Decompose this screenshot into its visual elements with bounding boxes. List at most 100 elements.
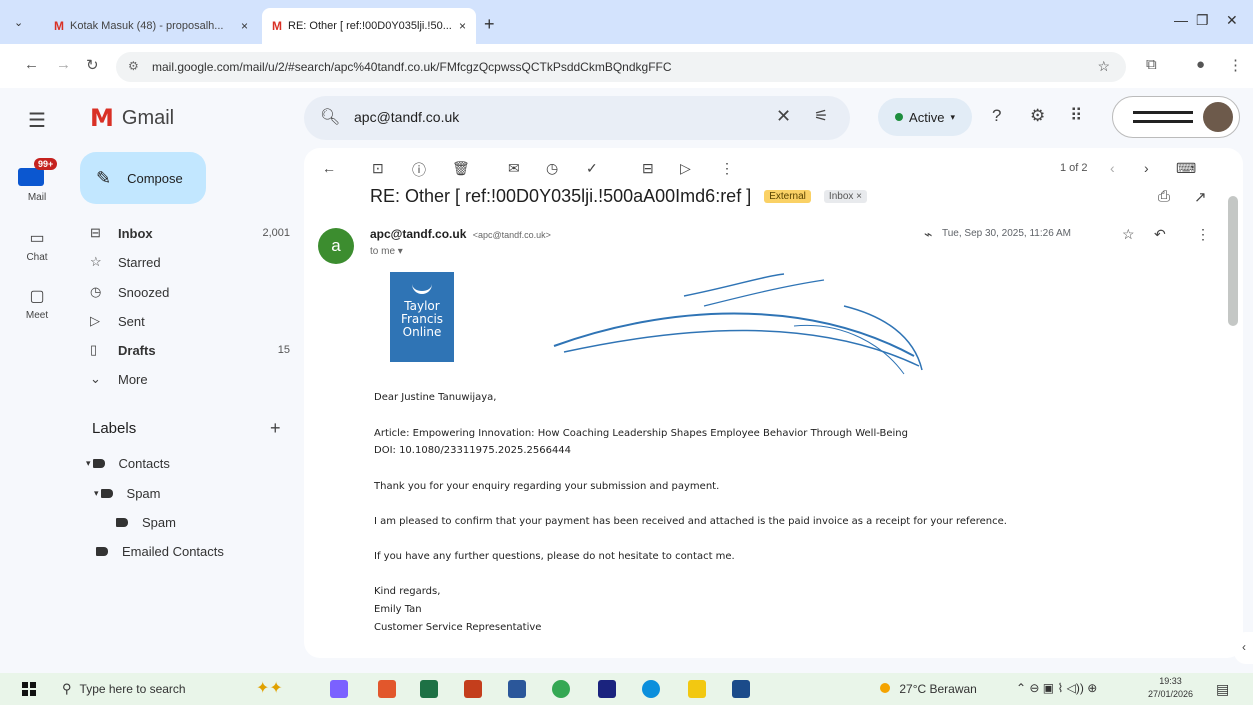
recipient-details[interactable]: to me ▾ — [370, 246, 403, 257]
more-options-icon[interactable]: ⋮ — [720, 160, 734, 177]
newer-chevron-icon[interactable]: ‹ — [1110, 160, 1115, 176]
apps-grid-icon[interactable]: ⠿ — [1070, 106, 1082, 126]
nav-label: Snoozed — [118, 284, 170, 300]
side-panel-chevron-icon[interactable]: ‹ — [1234, 632, 1253, 664]
restore-icon[interactable]: ❐ — [1196, 12, 1209, 29]
taskbar-clock[interactable]: 19:33 27/01/2026 — [1148, 675, 1193, 701]
sidebar-item-snoozed[interactable]: ◷ Snoozed — [90, 280, 290, 304]
close-tab-icon[interactable]: × — [459, 19, 466, 33]
account-switcher[interactable] — [1112, 96, 1240, 138]
tab-search-icon[interactable]: ⌄ — [14, 16, 23, 29]
extensions-icon[interactable]: ⧉ — [1146, 56, 1157, 73]
search-icon[interactable]: 🔍︎ — [320, 107, 340, 127]
delete-icon[interactable]: 🗑︎ — [452, 160, 470, 177]
reload-icon[interactable]: ↻ — [86, 56, 99, 74]
gmail-logo[interactable]: M Gmail — [90, 104, 174, 132]
search-input[interactable]: apc@tandf.co.uk — [354, 109, 459, 125]
app-icon-acrobat[interactable] — [378, 680, 396, 698]
omnibox[interactable]: ⚙ mail.google.com/mail/u/2/#search/apc%4… — [116, 52, 1126, 82]
new-tab-button[interactable]: + — [484, 14, 495, 35]
sidebar-item-drafts[interactable]: ▯ Drafts 15 — [90, 338, 290, 362]
move-to-icon[interactable]: ⊟ — [642, 160, 654, 177]
app-icon-file-explorer[interactable] — [688, 680, 706, 698]
app-icon-edge[interactable] — [642, 680, 660, 698]
app-icon-powerpoint[interactable] — [464, 680, 482, 698]
label-spam-child[interactable]: Spam — [116, 515, 176, 530]
app-icon-zoom[interactable] — [732, 680, 750, 698]
gmail-favicon-icon: M — [272, 19, 282, 33]
rail-mail[interactable]: Mail — [14, 192, 60, 203]
back-icon[interactable]: ← — [24, 56, 39, 73]
compose-button[interactable]: ✎ Compose — [80, 152, 206, 204]
notifications-icon[interactable]: ▤ — [1216, 681, 1229, 698]
app-icon-word[interactable] — [508, 680, 526, 698]
profile-icon[interactable]: ● — [1196, 56, 1205, 73]
taskbar-search[interactable]: ⚲ Type here to search — [54, 677, 244, 701]
label-contacts[interactable]: ▾ Contacts — [86, 456, 170, 471]
sender-name[interactable]: apc@tandf.co.uk — [370, 227, 466, 241]
close-tab-icon[interactable]: × — [241, 19, 248, 33]
snooze-icon[interactable]: ◷ — [546, 160, 558, 177]
back-to-list-icon[interactable]: ← — [322, 160, 336, 176]
weather-widget[interactable]: 27°C Berawan — [880, 682, 977, 696]
sender-avatar[interactable]: a — [318, 228, 354, 264]
close-window-icon[interactable]: ✕ — [1226, 12, 1238, 29]
rail-chat[interactable]: ▭ Chat — [14, 228, 60, 263]
app-icon-excel[interactable] — [420, 680, 438, 698]
browser-tab-strip: ⌄ M Kotak Masuk (48) - proposalh... × M … — [0, 0, 1253, 44]
body-signature-title: Customer Service Representative — [374, 622, 542, 633]
search-options-icon[interactable]: ⚟ — [814, 106, 828, 126]
clear-search-icon[interactable]: ✕ — [776, 106, 791, 127]
sidebar-item-sent[interactable]: ▷ Sent — [90, 309, 290, 333]
message-more-icon[interactable]: ⋮ — [1196, 226, 1210, 243]
sidebar-item-inbox[interactable]: ⊟ Inbox 2,001 — [90, 221, 290, 245]
rail-meet[interactable]: ▢ Meet — [14, 286, 60, 321]
open-new-window-icon[interactable]: ↗ — [1194, 188, 1207, 206]
browser-menu-icon[interactable]: ⋮ — [1228, 56, 1243, 74]
chat-icon: ▭ — [29, 230, 45, 247]
mark-unread-icon[interactable]: ✉ — [508, 160, 520, 177]
older-chevron-icon[interactable]: › — [1144, 160, 1149, 176]
avatar[interactable] — [1203, 102, 1233, 132]
app-icon-color-picker[interactable] — [330, 680, 348, 698]
rail-mail-label: Mail — [27, 192, 47, 203]
main-menu-icon[interactable]: ☰ — [28, 108, 46, 133]
sidebar-item-more[interactable]: ⌄ More — [90, 367, 290, 391]
address-bar-row: ← → ↻ ⚙ mail.google.com/mail/u/2/#search… — [0, 44, 1253, 88]
copilot-sparkle-icon[interactable]: ✦✦ — [256, 678, 283, 698]
label-spam-parent[interactable]: ▾ Spam — [94, 486, 161, 501]
browser-tab-message[interactable]: M RE: Other [ ref:!00D0Y035lji.!50... × — [262, 8, 476, 44]
settings-gear-icon[interactable]: ⚙ — [1030, 106, 1045, 126]
scrollbar[interactable] — [1228, 196, 1238, 326]
add-task-icon[interactable]: ✓ — [586, 160, 598, 177]
archive-icon[interactable]: ⊡ — [372, 160, 384, 177]
help-icon[interactable]: ? — [992, 106, 1001, 126]
inbox-label-chip[interactable]: Inbox × — [823, 190, 868, 203]
add-label-icon[interactable]: + — [270, 418, 281, 439]
star-message-icon[interactable]: ☆ — [1122, 226, 1135, 243]
forward-icon[interactable]: → — [56, 56, 71, 73]
nav-count: 15 — [277, 344, 290, 356]
label-icon[interactable]: ▷ — [680, 160, 691, 177]
print-icon[interactable]: ⎙ — [1158, 188, 1170, 205]
mail-rail-icon[interactable] — [18, 168, 44, 186]
tab-title: Kotak Masuk (48) - proposalh... — [70, 20, 224, 32]
label-emailed-contacts[interactable]: Emailed Contacts — [96, 544, 224, 559]
site-info-icon[interactable]: ⚙ — [128, 59, 139, 73]
sidebar-item-starred[interactable]: ☆ Starred — [90, 250, 290, 274]
expand-caret-icon[interactable]: ▾ — [86, 458, 91, 469]
search-bar[interactable]: 🔍︎ apc@tandf.co.uk ✕ ⚟ — [304, 96, 850, 140]
app-icon-chrome[interactable] — [552, 680, 570, 698]
nav-label: Starred — [118, 254, 161, 270]
expand-caret-icon[interactable]: ▾ — [94, 488, 99, 499]
bookmark-star-icon[interactable]: ☆ — [1097, 58, 1110, 75]
reply-icon[interactable]: ↶ — [1154, 226, 1166, 243]
status-selector[interactable]: Active ▾ — [878, 98, 972, 136]
keyboard-icon[interactable]: ⌨ — [1176, 160, 1196, 177]
windows-start-icon[interactable] — [22, 682, 36, 696]
report-spam-icon[interactable]: ⓘ — [412, 160, 426, 180]
browser-tab-inbox[interactable]: M Kotak Masuk (48) - proposalh... × — [44, 8, 258, 44]
app-icon-notes[interactable] — [598, 680, 616, 698]
system-tray-icons[interactable]: ⌃ ⊖ ▣ ⌇ ◁)) ⊕ — [1016, 681, 1097, 695]
minimize-icon[interactable]: — — [1174, 12, 1188, 28]
